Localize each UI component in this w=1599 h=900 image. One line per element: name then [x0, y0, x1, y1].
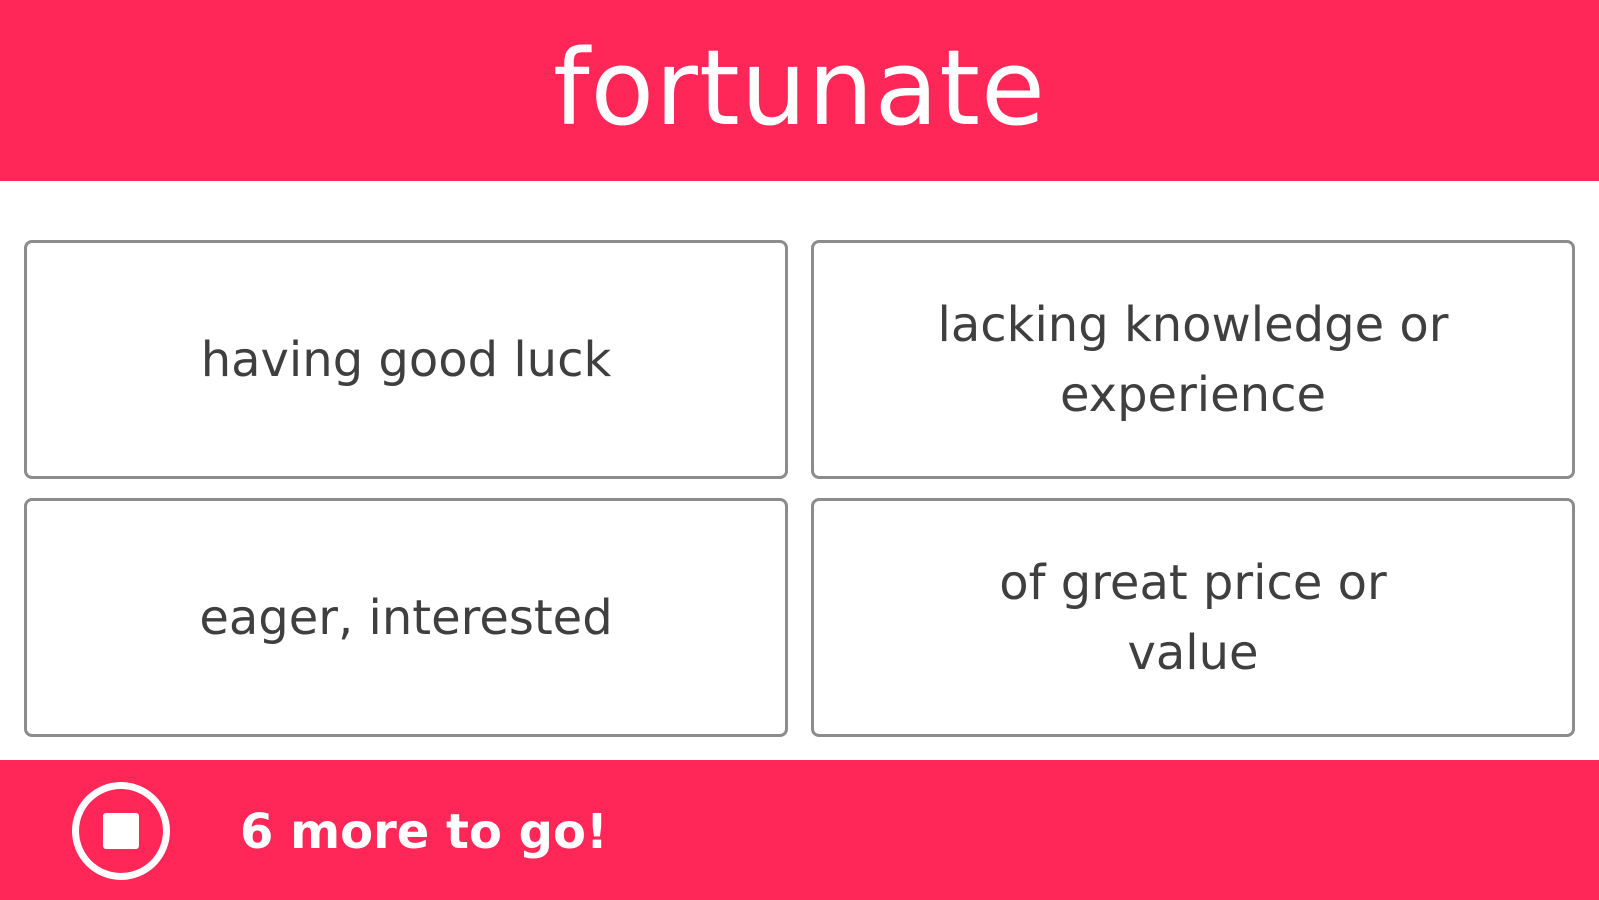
stop-icon — [103, 813, 139, 849]
answer-choice-2[interactable]: lacking knowledge or experience — [811, 240, 1575, 479]
answer-choice-label: having good luck — [200, 331, 612, 388]
stop-button[interactable] — [72, 782, 170, 880]
answer-choice-1[interactable]: having good luck — [24, 240, 788, 479]
answer-choice-3[interactable]: eager, interested — [24, 498, 788, 737]
answer-choice-4[interactable]: of great price or value — [811, 498, 1575, 737]
answer-choice-label: lacking knowledge or experience — [937, 296, 1449, 423]
answer-grid: having good luck lacking knowledge or ex… — [24, 240, 1575, 737]
question-header: fortunate — [0, 0, 1599, 181]
answer-choice-label: of great price or value — [999, 554, 1387, 681]
progress-footer: 6 more to go! — [0, 760, 1599, 900]
answer-choice-label: eager, interested — [199, 589, 613, 646]
question-word: fortunate — [552, 26, 1047, 149]
progress-text: 6 more to go! — [240, 804, 608, 860]
